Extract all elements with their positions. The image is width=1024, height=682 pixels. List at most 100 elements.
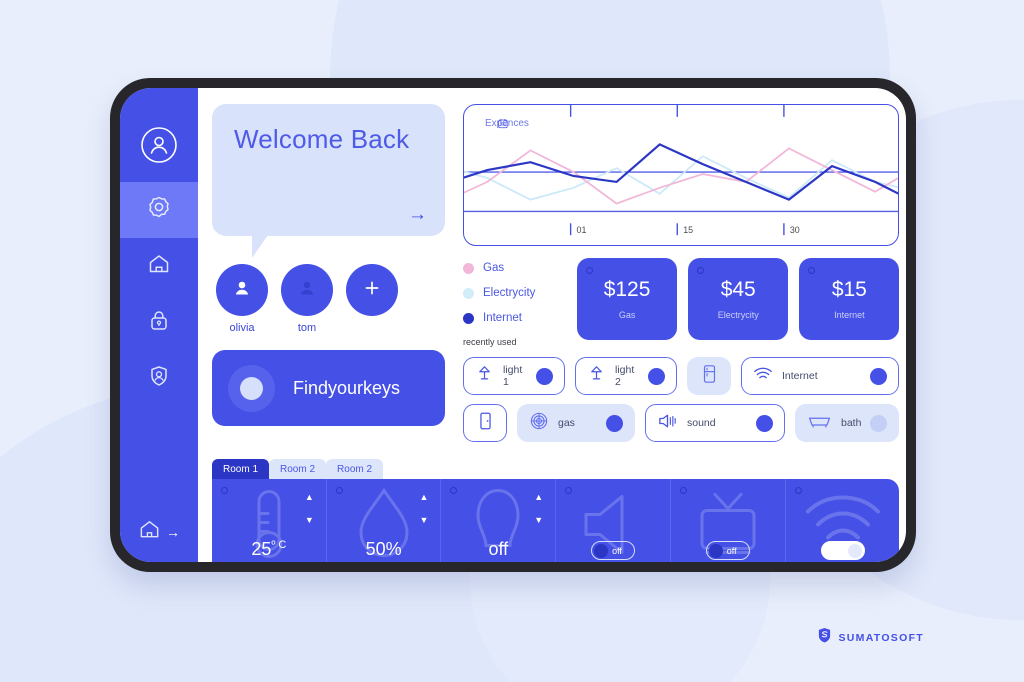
chip-toggle[interactable] — [870, 367, 888, 385]
cost-card-electrycity[interactable]: $45 Electrycity — [688, 258, 789, 340]
chip-toggle[interactable] — [756, 414, 773, 432]
chip-toggle[interactable] — [606, 414, 623, 432]
legend-dot — [463, 287, 474, 299]
sidebar-item-logout[interactable]: → — [120, 502, 198, 562]
tv-toggle[interactable]: off — [705, 541, 750, 560]
corner-dot-icon — [450, 487, 458, 494]
sound-toggle[interactable]: off — [591, 541, 636, 560]
device-value: 25º C — [251, 539, 286, 560]
chart-legend: Gas Electrycity Internet recently used — [463, 258, 567, 347]
device-humidity[interactable]: ▲ ▼ 50% humidity — [327, 479, 442, 562]
chip-door[interactable] — [463, 404, 507, 442]
internet-toggle[interactable] — [820, 541, 865, 560]
person-icon — [232, 278, 252, 303]
device-value: 50% — [365, 539, 402, 559]
arrow-down-icon[interactable]: ▼ — [534, 516, 543, 525]
bathtub-icon — [807, 412, 832, 434]
avatar — [216, 264, 268, 316]
cost-label: Gas — [618, 310, 636, 320]
expences-chart-card[interactable]: 01 15 30 Expences — [463, 104, 900, 246]
rooms-section: Room 1 Room 2 Room 2 ▲ ▼ 25º C ▲ ▼ 50% ▲… — [212, 459, 900, 562]
chip-row: light 1 light 2 Internet — [463, 357, 900, 395]
door-icon — [477, 411, 494, 436]
plus-icon — [362, 278, 382, 303]
welcome-card: Welcome Back → — [212, 104, 445, 258]
chip-fridge[interactable] — [687, 357, 731, 395]
stepper-controls[interactable]: ▲ ▼ — [534, 493, 543, 525]
find-keys-card[interactable]: Findyourkeys — [212, 350, 445, 426]
legend-label: Gas — [483, 262, 505, 274]
lamp-icon — [475, 364, 494, 388]
chip-sound[interactable]: sound — [645, 404, 785, 442]
chip-bath[interactable]: bath — [795, 404, 900, 442]
user-circle-icon — [140, 126, 178, 169]
device-tv[interactable]: off TV — [671, 479, 786, 562]
device-sound[interactable]: off sound — [556, 479, 671, 562]
toggle-knob — [594, 543, 609, 558]
sidebar-item-home[interactable] — [120, 238, 198, 294]
legend-label: Internet — [483, 312, 522, 324]
person-icon — [297, 278, 317, 303]
tab-room-1[interactable]: Room 1 — [212, 459, 270, 479]
room-tabs: Room 1 Room 2 Room 2 — [212, 459, 899, 479]
device-temperature[interactable]: ▲ ▼ 25º C temperature — [212, 479, 327, 562]
legend-dot — [463, 312, 474, 324]
fridge-icon — [701, 364, 718, 389]
chart-xtick: 15 — [683, 225, 693, 235]
chart-xtick: 01 — [577, 225, 587, 235]
chip-toggle[interactable] — [536, 367, 553, 385]
page-root: → Welcome Back → olivia tom Findyourkeys… — [0, 0, 1024, 682]
chip-label: Internet — [782, 370, 818, 382]
chip-light-2[interactable]: light 2 — [575, 357, 677, 395]
welcome-next-arrow[interactable]: → — [408, 205, 427, 224]
chip-toggle[interactable] — [648, 367, 665, 385]
toggle-knob — [847, 543, 862, 558]
brand-name: SUMATOSOFT — [838, 631, 924, 644]
gas-burner-icon — [529, 411, 549, 436]
chart-plot: 01 15 30 — [464, 105, 899, 235]
user-list: olivia tom — [212, 264, 445, 334]
radar-circle-icon — [228, 364, 275, 412]
chip-gas[interactable]: gas — [517, 404, 635, 442]
stepper-controls[interactable]: ▲ ▼ — [420, 493, 429, 525]
legend-and-costs: Gas Electrycity Internet recently used $… — [463, 258, 900, 347]
add-user-circle — [346, 264, 398, 316]
tab-room-2[interactable]: Room 2 — [269, 459, 327, 479]
home-exit-icon — [138, 518, 161, 546]
chip-label: light 1 — [503, 364, 523, 388]
chip-internet[interactable]: Internet — [741, 357, 900, 395]
device-light[interactable]: ▲ ▼ off light — [441, 479, 557, 562]
toggle-state-label: off — [726, 545, 737, 556]
arrow-up-icon[interactable]: ▲ — [305, 493, 314, 502]
sidebar-item-guard[interactable] — [120, 350, 198, 406]
user-tom[interactable]: tom — [281, 264, 333, 334]
user-olivia[interactable]: olivia — [216, 264, 268, 334]
recently-used-chips: light 1 light 2 Internet gas sound bath — [463, 357, 900, 451]
device-internet[interactable]: internet — [786, 479, 900, 562]
page-title: Welcome Back — [234, 124, 410, 154]
arrow-down-icon[interactable]: ▼ — [420, 516, 429, 525]
legend-item-electrycity: Electrycity — [463, 287, 567, 299]
tab-room-3[interactable]: Room 2 — [326, 459, 384, 479]
corner-dot-icon — [697, 267, 705, 274]
cost-card-internet[interactable]: $15 Internet — [799, 258, 900, 340]
arrow-up-icon[interactable]: ▲ — [534, 493, 543, 502]
lamp-icon — [587, 364, 606, 388]
sidebar-item-security[interactable] — [120, 294, 198, 350]
temperature-unit: º C — [271, 539, 287, 551]
sumatosoft-shield-icon — [817, 627, 832, 648]
stepper-controls[interactable]: ▲ ▼ — [305, 493, 314, 525]
arrow-down-icon[interactable]: ▼ — [305, 516, 314, 525]
chip-light-1[interactable]: light 1 — [463, 357, 565, 395]
avatar — [281, 264, 333, 316]
corner-dot-icon — [221, 487, 228, 494]
corner-dot-icon — [679, 487, 687, 494]
sidebar-item-settings[interactable] — [120, 182, 198, 238]
sidebar-item-profile[interactable] — [120, 112, 198, 182]
dashboard-screen: → Welcome Back → olivia tom Findyourkeys… — [120, 88, 906, 562]
add-user-button[interactable] — [346, 264, 398, 334]
cost-card-gas[interactable]: $125 Gas — [577, 258, 678, 340]
arrow-up-icon[interactable]: ▲ — [420, 493, 429, 502]
chip-toggle[interactable] — [870, 414, 888, 432]
wifi-icon — [753, 366, 773, 387]
